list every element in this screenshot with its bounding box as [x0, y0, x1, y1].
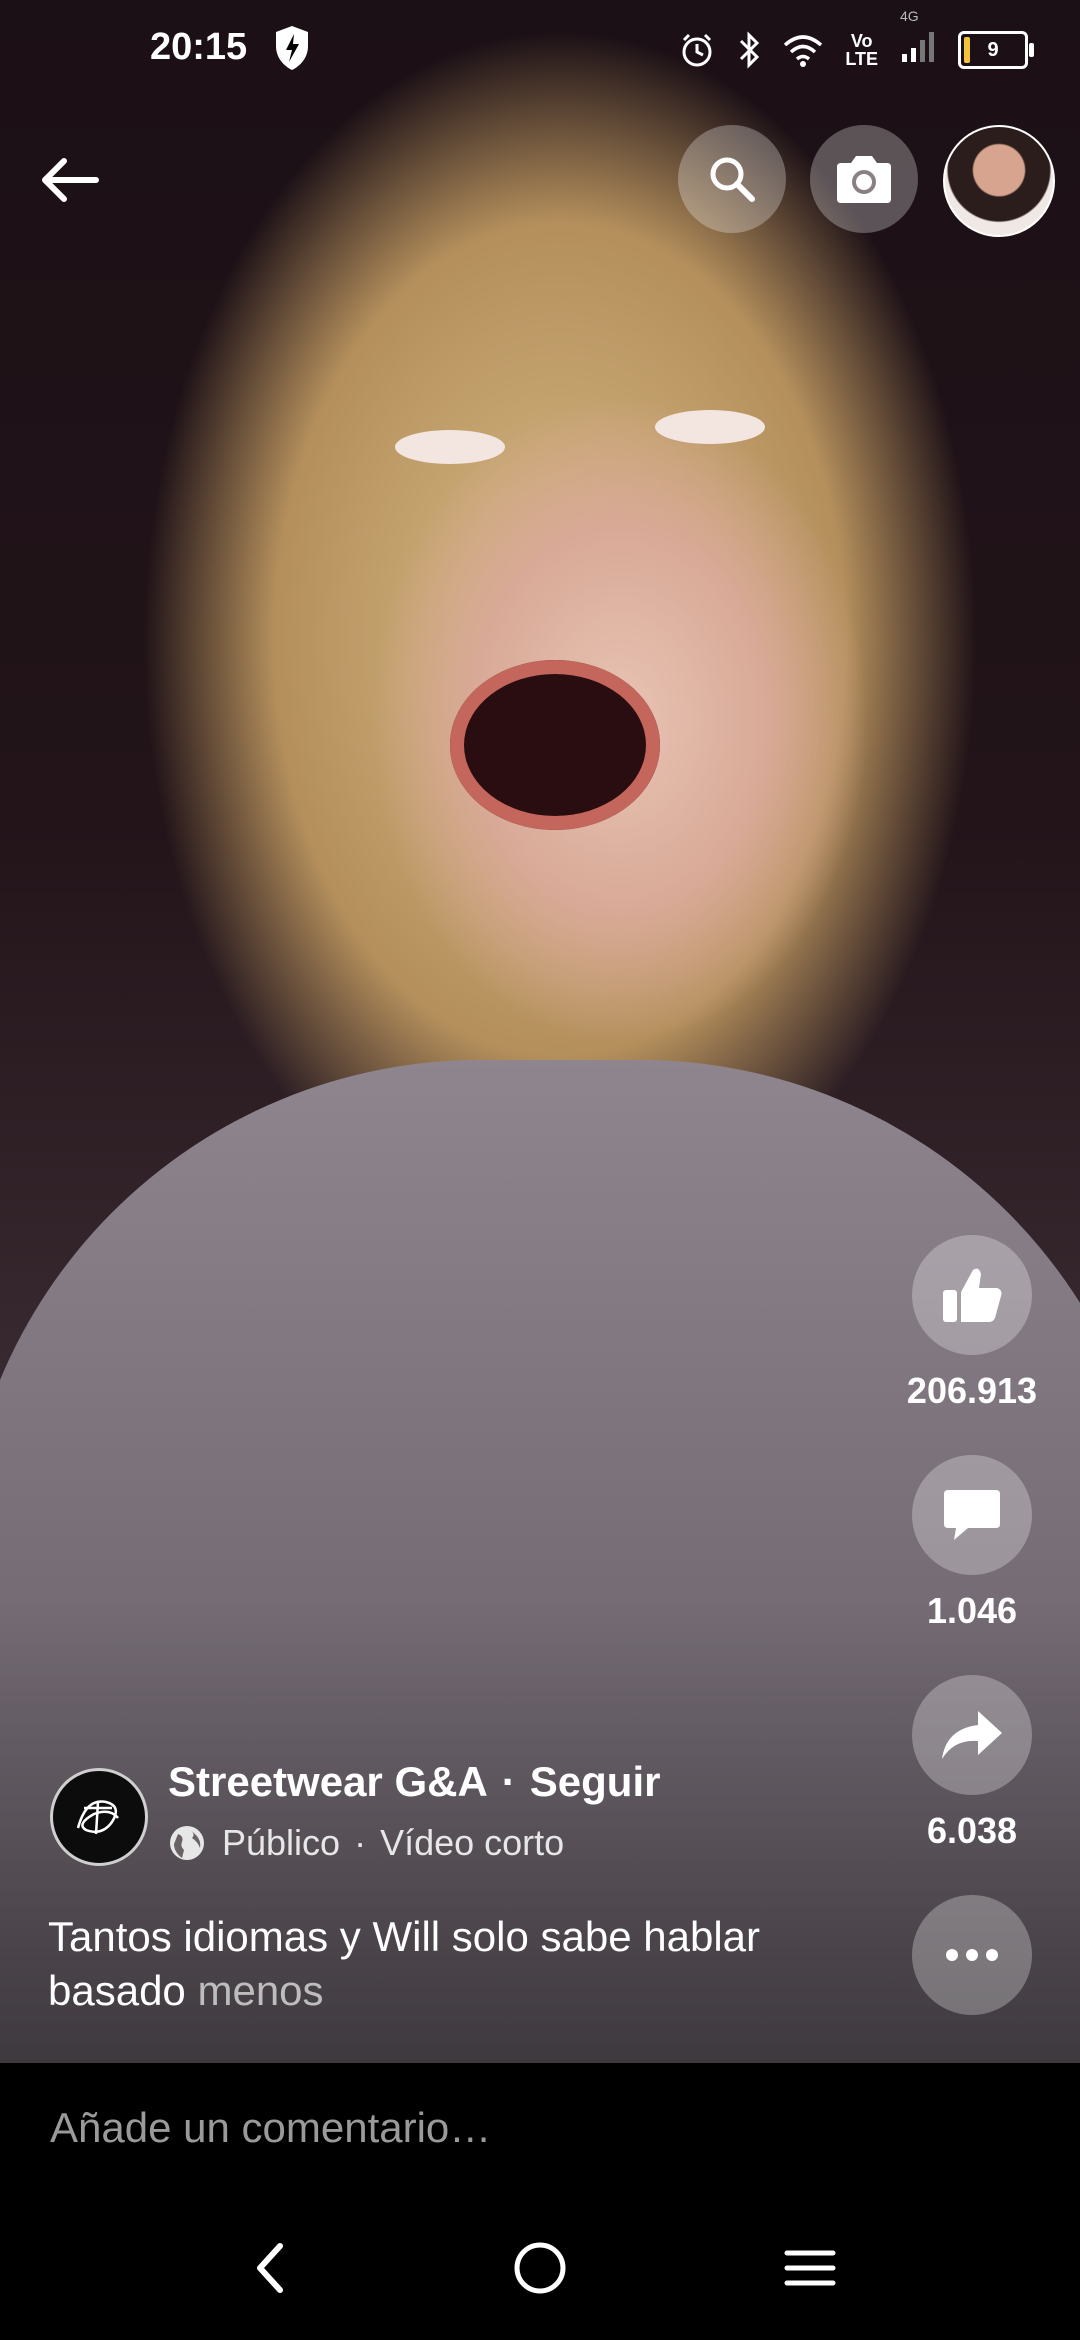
author-line: Streetwear G&A · Seguir	[168, 1758, 660, 1806]
more-icon	[946, 1949, 998, 1961]
bluetooth-icon	[740, 31, 760, 69]
shield-icon	[276, 26, 308, 70]
status-bar: 20:15 Vo LTE 4G 9	[0, 0, 1080, 100]
battery-fill	[964, 37, 970, 63]
follow-button[interactable]: Seguir	[530, 1758, 661, 1805]
privacy-label: Público	[222, 1822, 341, 1863]
profile-avatar[interactable]	[943, 125, 1055, 237]
comments-count: 1.046	[926, 1590, 1018, 1631]
likes-count: 206.913	[906, 1370, 1038, 1411]
comment-icon	[944, 1490, 1000, 1540]
more-button[interactable]	[912, 1895, 1032, 2015]
volte-top: Vo	[850, 31, 873, 51]
video-frame-eye	[655, 410, 765, 444]
globe-icon	[170, 1826, 204, 1860]
video-frame-mouth	[450, 660, 660, 830]
alarm-icon	[682, 33, 712, 67]
nav-menu-button[interactable]	[765, 2223, 855, 2313]
search-icon	[710, 157, 755, 202]
share-button[interactable]	[912, 1675, 1032, 1795]
caption-text: Tantos idiomas y Will solo sabe hablar b…	[48, 1913, 760, 2014]
status-time: 20:15	[150, 26, 248, 68]
camera-icon	[837, 156, 891, 203]
nav-back-button[interactable]	[225, 2223, 315, 2313]
chevron-left-icon	[257, 2243, 283, 2293]
separator-dot: ·	[501, 1758, 516, 1805]
menu-icon	[784, 2250, 836, 2286]
comment-button[interactable]	[912, 1455, 1032, 1575]
battery-icon: 9	[958, 31, 1034, 69]
video-frame-eye	[395, 430, 505, 464]
comment-bar	[0, 2063, 1080, 2193]
like-button[interactable]	[912, 1235, 1032, 1355]
meta-separator: ·	[354, 1822, 367, 1863]
back-button[interactable]	[30, 140, 110, 220]
volte-indicator: Vo LTE	[845, 32, 878, 68]
see-less-link[interactable]: menos	[197, 1967, 323, 2014]
home-circle-icon	[514, 2242, 566, 2294]
battery-level: 9	[987, 38, 999, 61]
search-button[interactable]	[678, 125, 786, 233]
arrow-left-icon	[42, 158, 99, 202]
status-icons: Vo LTE 4G 9	[679, 8, 1034, 74]
thumbs-up-icon	[943, 1268, 1002, 1322]
shares-count: 6.038	[926, 1810, 1018, 1851]
signal-icon	[902, 31, 934, 62]
video-type-label: Vídeo corto	[380, 1822, 565, 1863]
wifi-icon	[784, 35, 823, 67]
share-icon	[942, 1711, 1002, 1759]
camera-button[interactable]	[810, 125, 918, 233]
nav-home-button[interactable]	[495, 2223, 585, 2313]
system-nav-bar	[0, 2193, 1080, 2340]
post-meta: Público · Vídeo corto	[168, 1822, 564, 1864]
signal-group: 4G	[900, 8, 936, 73]
brand-logo-icon	[76, 1800, 119, 1835]
network-type: 4G	[900, 7, 919, 24]
post-caption: Tantos idiomas y Will solo sabe hablar b…	[48, 1910, 868, 2018]
volte-bottom: LTE	[845, 49, 878, 69]
author-name[interactable]: Streetwear G&A	[168, 1758, 488, 1805]
author-avatar[interactable]	[50, 1768, 148, 1866]
comment-input[interactable]	[48, 2103, 952, 2153]
